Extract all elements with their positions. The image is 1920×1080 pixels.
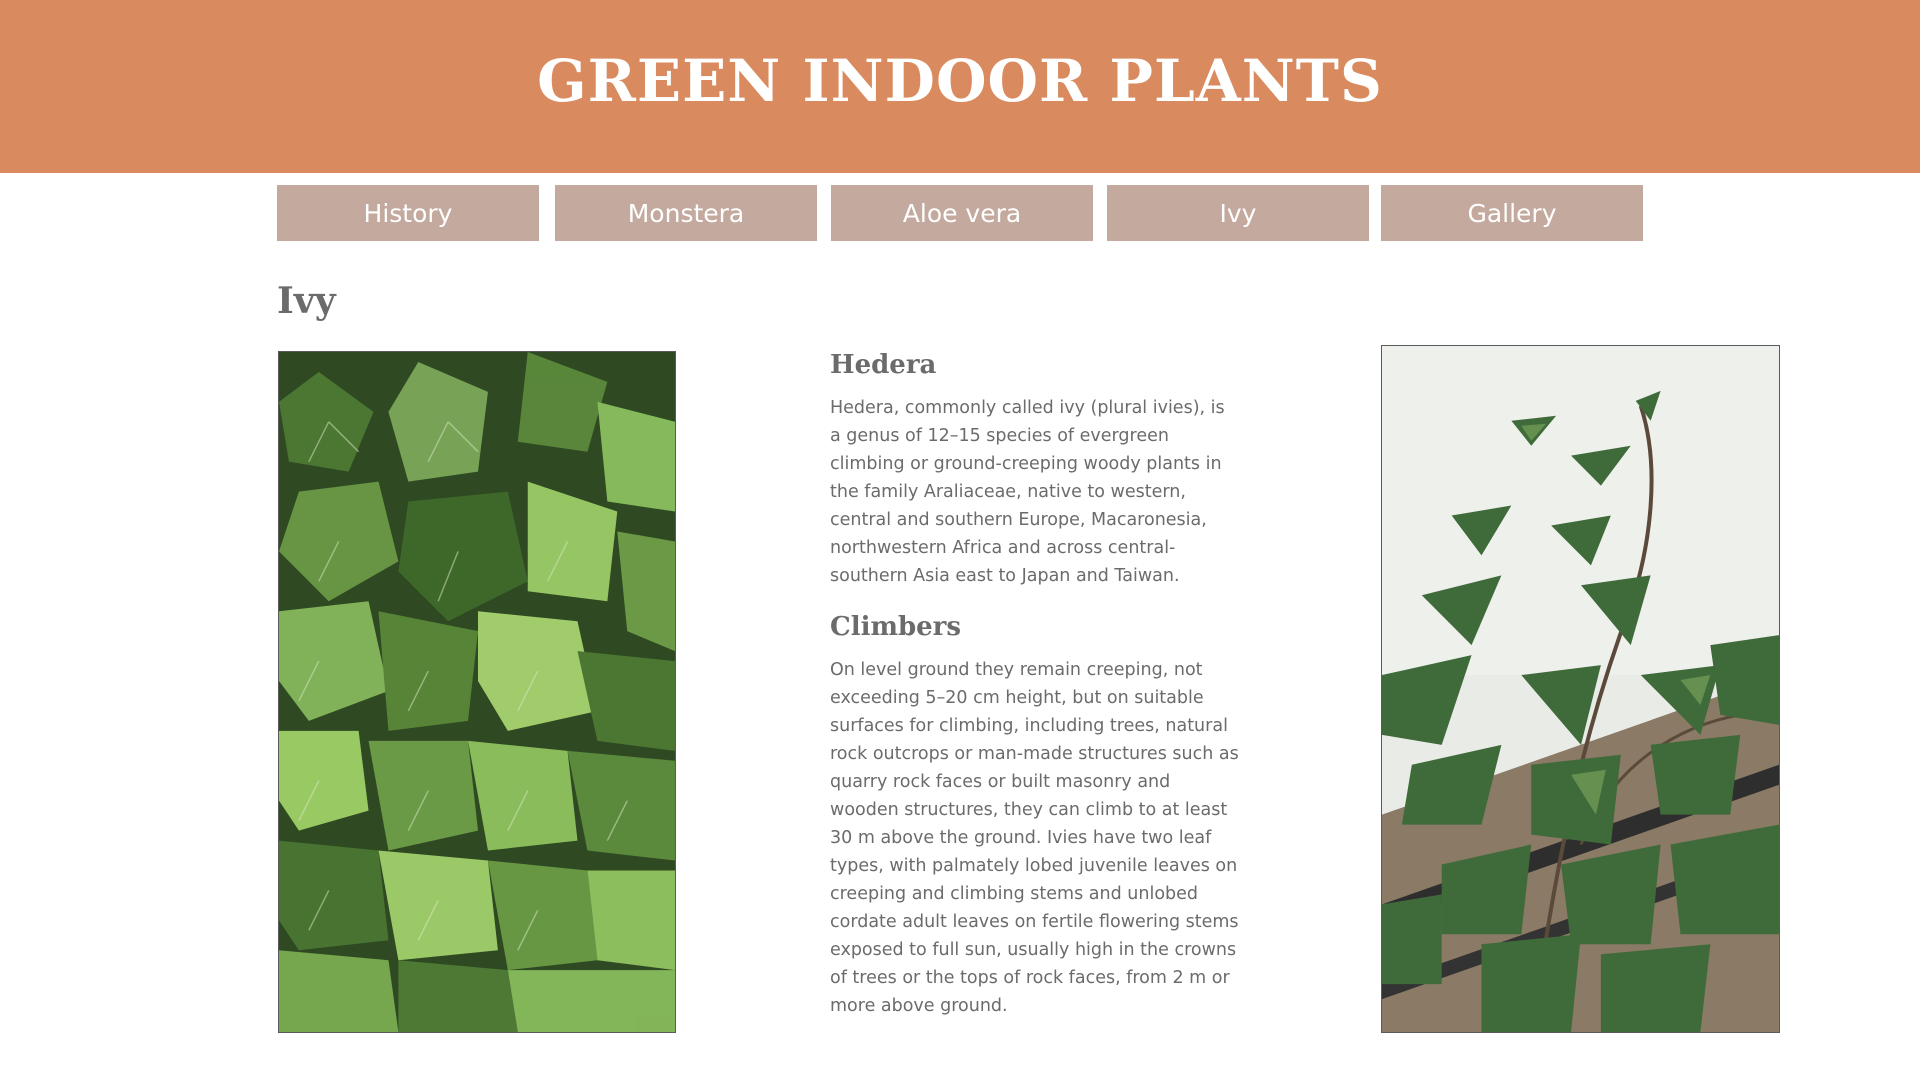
nav-item-label: Gallery	[1467, 198, 1557, 228]
section-body-climbers: On level ground they remain creeping, no…	[830, 660, 1239, 1016]
nav-item-label: Monstera	[627, 198, 745, 228]
nav-item-gallery[interactable]: Gallery	[1381, 185, 1643, 241]
article-text: Hedera Hedera, commonly called ivy (plur…	[830, 350, 1240, 1042]
nav-item-label: Aloe vera	[902, 198, 1022, 228]
section-heading-climbers: Climbers	[830, 612, 962, 642]
ivy-leaves-image	[279, 352, 675, 1032]
section-heading-hedera: Hedera	[830, 350, 937, 380]
nav-item-label: History	[363, 198, 453, 228]
nav-item-history[interactable]: History	[277, 185, 539, 241]
nav-item-label: Ivy	[1219, 198, 1257, 228]
nav-item-monstera[interactable]: Monstera	[555, 185, 817, 241]
page-section-title: Ivy	[277, 280, 336, 322]
section-body-hedera: Hedera, commonly called ivy (plural ivie…	[830, 398, 1225, 586]
nav-item-ivy[interactable]: Ivy	[1107, 185, 1369, 241]
ivy-leaves-photo	[278, 351, 676, 1033]
ivy-vine-image	[1382, 346, 1779, 1032]
main-nav: History Monstera Aloe vera Ivy Gallery	[0, 0, 1920, 260]
nav-item-aloe-vera[interactable]: Aloe vera	[831, 185, 1093, 241]
ivy-vine-photo	[1381, 345, 1780, 1033]
